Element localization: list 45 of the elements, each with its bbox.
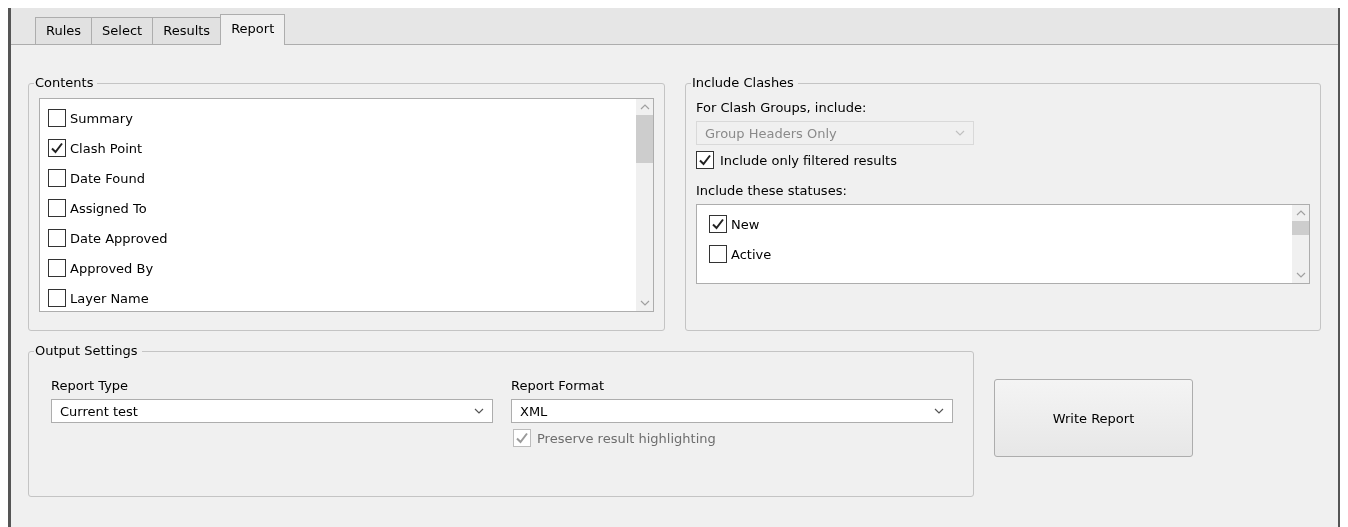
dropdown[interactable]: XML bbox=[511, 399, 953, 423]
scroll-thumb[interactable] bbox=[1292, 221, 1309, 235]
list-item[interactable]: Layer Name bbox=[70, 290, 149, 306]
checkbox[interactable] bbox=[48, 139, 66, 157]
group-title: Contents bbox=[34, 75, 98, 90]
list-item[interactable]: Active bbox=[731, 246, 772, 262]
list-item[interactable]: Assigned To bbox=[70, 200, 147, 216]
tab[interactable]: Report bbox=[220, 14, 286, 45]
chevron-down-icon bbox=[934, 408, 944, 414]
checkbox[interactable] bbox=[696, 151, 714, 169]
checkbox-label[interactable]: Include only filtered results bbox=[720, 152, 897, 168]
list-item[interactable]: Date Approved bbox=[70, 230, 168, 246]
checkbox[interactable] bbox=[48, 259, 66, 277]
tab[interactable]: Rules bbox=[35, 17, 93, 44]
checkbox[interactable] bbox=[709, 245, 727, 263]
write-report-button[interactable]: Write Report bbox=[994, 379, 1193, 457]
list-item[interactable]: Clash Point bbox=[70, 140, 143, 156]
checkbox[interactable] bbox=[709, 215, 727, 233]
checkbox[interactable] bbox=[48, 229, 66, 247]
list-item[interactable]: Approved By bbox=[70, 260, 154, 276]
checkbox[interactable] bbox=[48, 169, 66, 187]
scroll-thumb[interactable] bbox=[636, 115, 653, 163]
checkbox[interactable] bbox=[48, 109, 66, 127]
group-title: Include Clashes bbox=[691, 75, 798, 90]
dropdown[interactable]: Current test bbox=[51, 399, 493, 423]
check-icon bbox=[711, 217, 725, 231]
list-item[interactable]: Summary bbox=[70, 110, 133, 126]
checkbox[interactable] bbox=[48, 199, 66, 217]
check-icon bbox=[50, 141, 64, 155]
scrollbar[interactable] bbox=[636, 99, 653, 311]
check-icon bbox=[698, 153, 712, 167]
list-item[interactable]: New bbox=[731, 216, 760, 232]
chevron-down-icon bbox=[955, 130, 965, 136]
scrollbar[interactable] bbox=[1292, 205, 1309, 283]
field-label: Include these statuses: bbox=[696, 183, 848, 198]
field-label: Report Format bbox=[511, 378, 606, 393]
check-icon bbox=[515, 431, 529, 445]
tab[interactable]: Results bbox=[152, 17, 222, 44]
field-label: Report Type bbox=[51, 378, 130, 393]
checkbox[interactable] bbox=[48, 289, 66, 307]
list-item[interactable]: Date Found bbox=[70, 170, 145, 186]
chevron-down-icon bbox=[474, 408, 484, 414]
tab[interactable]: Select bbox=[91, 17, 154, 44]
field-label: For Clash Groups, include: bbox=[696, 100, 868, 115]
group-title: Output Settings bbox=[34, 343, 142, 358]
